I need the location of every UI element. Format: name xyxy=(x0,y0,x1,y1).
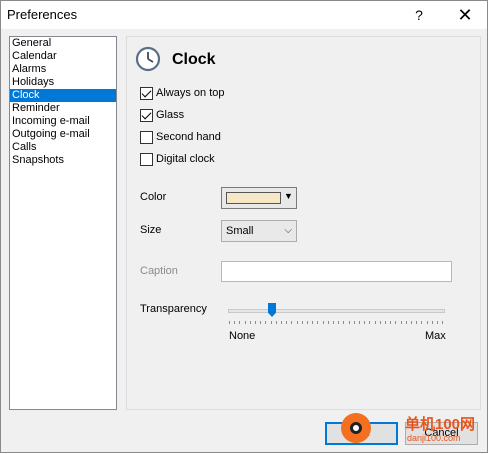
color-picker[interactable]: ▼ xyxy=(221,187,297,209)
slider-tick xyxy=(421,321,423,324)
checkbox-box[interactable] xyxy=(140,108,153,122)
digital-clock-checkbox[interactable]: Digital clock xyxy=(140,152,215,166)
slider-tick xyxy=(307,321,308,324)
slider-tick xyxy=(431,321,433,324)
slider-tick xyxy=(369,321,371,324)
watermark-url: danji100.com xyxy=(407,433,461,443)
slider-tick xyxy=(312,321,314,324)
slider-tick xyxy=(390,321,392,324)
nav-item-reminder[interactable]: Reminder xyxy=(10,102,116,115)
slider-tick xyxy=(249,321,251,324)
nav-item-general[interactable]: General xyxy=(10,37,116,50)
slider-tick xyxy=(296,321,298,324)
caption-label: Caption xyxy=(140,265,178,277)
second-hand-checkbox[interactable]: Second hand xyxy=(140,130,221,144)
slider-tick xyxy=(281,321,282,324)
nav-item-calendar[interactable]: Calendar xyxy=(10,50,116,63)
slider-tick xyxy=(260,321,262,324)
slider-tick xyxy=(239,321,241,324)
dropdown-arrow-icon: ▼ xyxy=(284,191,293,201)
glass-checkbox[interactable]: Glass xyxy=(140,108,184,122)
slider-tick xyxy=(442,321,444,324)
slider-tick xyxy=(364,321,366,324)
slider-tick xyxy=(426,321,428,324)
watermark-text: 单机100网 xyxy=(405,416,476,433)
slider-tick xyxy=(333,321,334,324)
checkbox-box[interactable] xyxy=(140,152,153,166)
nav-item-incoming-email[interactable]: Incoming e-mail xyxy=(10,115,116,128)
slider-tick xyxy=(327,321,329,324)
slider-tick xyxy=(291,321,293,324)
slider-max-label: Max xyxy=(425,330,446,342)
clock-icon xyxy=(135,46,161,72)
slider-tick xyxy=(286,321,288,324)
size-label: Size xyxy=(140,224,162,236)
checkbox-box[interactable] xyxy=(140,130,153,144)
transparency-slider-track[interactable] xyxy=(228,309,445,313)
slider-tick xyxy=(411,321,412,324)
nav-item-outgoing-email[interactable]: Outgoing e-mail xyxy=(10,128,116,141)
watermark-logo: 单机100网 danji100.com xyxy=(341,411,488,454)
slider-tick xyxy=(244,321,246,324)
slider-tick xyxy=(255,321,256,324)
preferences-category-list[interactable]: General Calendar Alarms Holidays Clock R… xyxy=(9,36,117,410)
nav-item-alarms[interactable]: Alarms xyxy=(10,63,116,76)
panel-title: Clock xyxy=(172,51,216,68)
color-label: Color xyxy=(140,191,167,203)
slider-tick xyxy=(270,321,272,324)
caption-input[interactable] xyxy=(221,261,452,282)
nav-item-snapshots[interactable]: Snapshots xyxy=(10,154,116,167)
slider-ticks xyxy=(229,321,445,324)
checkbox-box[interactable] xyxy=(140,86,153,100)
slider-tick xyxy=(343,321,345,324)
slider-tick xyxy=(322,321,324,324)
nav-item-calls[interactable]: Calls xyxy=(10,141,116,154)
slider-tick xyxy=(437,321,438,324)
slider-tick xyxy=(317,321,319,324)
watermark-icon xyxy=(341,413,371,443)
slider-tick xyxy=(229,321,230,324)
nav-item-holidays[interactable]: Holidays xyxy=(10,76,116,89)
slider-tick xyxy=(395,321,397,324)
help-button[interactable]: ? xyxy=(397,1,441,29)
slider-tick xyxy=(275,321,277,324)
slider-tick xyxy=(405,321,407,324)
slider-tick xyxy=(416,321,418,324)
slider-tick xyxy=(265,321,267,324)
close-button[interactable]: ✕ xyxy=(443,1,487,29)
checkbox-label: Second hand xyxy=(156,131,221,143)
checkbox-label: Always on top xyxy=(156,87,225,99)
preferences-window: Preferences ? ✕ General Calendar Alarms … xyxy=(0,0,488,453)
slider-tick xyxy=(374,321,376,324)
slider-tick xyxy=(301,321,303,324)
slider-tick xyxy=(353,321,355,324)
checkbox-label: Glass xyxy=(156,109,185,121)
slider-tick xyxy=(234,321,236,324)
color-swatch xyxy=(226,192,281,204)
window-title: Preferences xyxy=(7,7,78,22)
slider-min-label: None xyxy=(229,330,256,342)
transparency-label: Transparency xyxy=(140,303,207,315)
size-value: Small xyxy=(226,225,254,237)
title-bar: Preferences ? ✕ xyxy=(1,1,487,29)
checkbox-label: Digital clock xyxy=(156,153,215,165)
size-select[interactable]: Small ⌵ xyxy=(221,220,297,242)
slider-tick xyxy=(348,321,350,324)
always-on-top-checkbox[interactable]: Always on top xyxy=(140,86,224,100)
slider-tick xyxy=(379,321,381,324)
chevron-down-icon: ⌵ xyxy=(284,225,292,236)
slider-tick xyxy=(385,321,386,324)
slider-tick xyxy=(400,321,402,324)
nav-item-clock[interactable]: Clock xyxy=(10,89,116,102)
slider-tick xyxy=(359,321,360,324)
slider-tick xyxy=(338,321,340,324)
